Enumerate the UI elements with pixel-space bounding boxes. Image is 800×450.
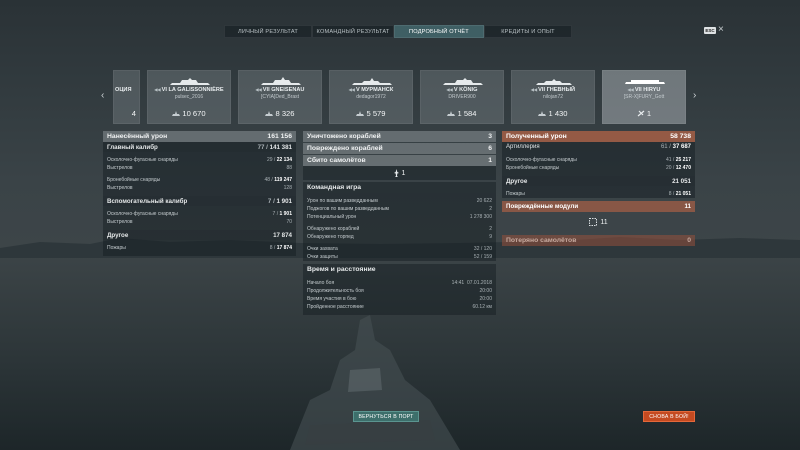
tab-personal-result[interactable]: ЛИЧНЫЙ РЕЗУЛЬТАТ [224, 25, 312, 38]
capture-points-row: Очки захвата 32 / 120 [303, 245, 496, 253]
planes-lost-row: Потеряно самолётов 0 [502, 235, 695, 246]
damaged-modules-icons: 11 [502, 212, 695, 232]
ships-destroyed-row: Уничтожено кораблей 3 [303, 131, 496, 142]
ship-card[interactable]: ◀◀ VI LA GALISSONNIÈRE pulsec_2016 10 67… [147, 70, 231, 124]
ship-card[interactable]: ◀◀ V KÖNIG DRIVER900 1 584 [420, 70, 504, 124]
player-name: dedagor1972 [356, 94, 386, 100]
planes-shot-down-icons: 1 [303, 166, 496, 180]
main-ap-row: Бронебойные снаряды 48 / 119 247 [103, 176, 296, 184]
ship-card[interactable]: ◀◀ VII GNEISENAU [CYIA]Ded_Brast 8 326 [238, 70, 322, 124]
damage-icon [172, 111, 181, 116]
ship-name: ◀◀ V KÖNIG [446, 87, 478, 93]
ship-silhouette-icon [352, 78, 392, 85]
planes-shot-down-row: Сбито самолётов 1 [303, 155, 496, 166]
ship-name: ◀◀ VI LA GALISSONNIÈRE [154, 87, 224, 93]
ships-damaged-row: Повреждено кораблей 6 [303, 143, 496, 154]
esc-key-badge: ESC [704, 27, 716, 34]
team-play-header: Командная игра [303, 182, 496, 193]
main-he-row: Осколочно-фугасные снаряды 29 / 22 134 [103, 156, 296, 164]
player-name: [CYIA]Ded_Brast [260, 94, 300, 100]
battle-start-row: Начало боя 14:41 07.01.2018 [303, 279, 496, 287]
damage-dealt-header: Нанесённый урон 161 156 [103, 131, 296, 142]
defense-points-row: Очки защиты 52 / 159 [303, 253, 496, 261]
player-name: pulsec_2016 [174, 94, 204, 100]
damage-received-header: Полученный урон 58 738 [502, 131, 695, 142]
ship-card[interactable]: ◀◀ VII ГНЕВНЫЙ nilojan72 1 430 [511, 70, 595, 124]
ship-silhouette-icon [170, 78, 210, 85]
tab-credits-xp[interactable]: КРЕДИТЫ И ОПЫТ [484, 25, 572, 38]
ship-stat: 1 [603, 109, 685, 118]
received-ap-row: Бронебойные снаряды 20 / 12 470 [502, 164, 695, 172]
battle-stats-panel: Уничтожено кораблей 3 Повреждено кораблей… [303, 131, 496, 315]
ship-silhouette-icon [625, 80, 665, 84]
close-icon[interactable]: × [718, 24, 724, 35]
ship-silhouette-icon [443, 78, 483, 85]
carousel-prev-arrow-icon[interactable]: ‹ [101, 90, 104, 101]
secondary-he-row: Осколочно-фугасные снаряды 7 / 1 901 [103, 210, 296, 218]
ship-name: ОЦИЯ [115, 87, 132, 93]
ship-card[interactable]: ОЦИЯ 4 [113, 70, 140, 124]
spotting-fires-row: Поджогов по вашим разведданным 2 [303, 205, 496, 213]
spotted-ships-row: Обнаружено кораблей 2 [303, 225, 496, 233]
ship-stat: 8 326 [239, 109, 321, 118]
distance-row: Пройденное расстояние 60.12 км [303, 303, 496, 311]
received-other-row: Другое 21 051 [502, 176, 695, 186]
ship-card-selected[interactable]: ◀◀ VII HIRYU [SR-X]FURY_Gott 1 [602, 70, 686, 124]
ship-carousel: ОЦИЯ 4 ◀◀ VI LA GALISSONNIÈRE pulsec_201… [113, 70, 686, 124]
secondary-shots-row: Выстрелов 70 [103, 218, 296, 226]
module-icon [589, 218, 598, 226]
participation-time-row: Время участия в бою 20:00 [303, 295, 496, 303]
result-tabs: ЛИЧНЫЙ РЕЗУЛЬТАТ КОМАНДНЫЙ РЕЗУЛЬТАТ ПОД… [224, 25, 572, 38]
ship-name: ◀◀ VII GNEISENAU [255, 87, 305, 93]
ship-stat: 4 [131, 109, 136, 118]
carousel-next-arrow-icon[interactable]: › [693, 90, 696, 101]
spotted-torpedoes-row: Обнаружено торпед 9 [303, 233, 496, 241]
player-name: nilojan72 [542, 94, 564, 100]
spotting-damage-row: Урон по вашим разведданным 20 622 [303, 197, 496, 205]
received-fires-row: Пожары 8 / 21 051 [502, 190, 695, 198]
damage-received-panel: Полученный урон 58 738 Артиллерия 61 / 37 … [502, 131, 695, 246]
damaged-modules-row: Повреждённые модули 11 [502, 201, 695, 212]
ship-name: ◀◀ VII HIRYU [627, 87, 661, 93]
ship-stat: 1 584 [421, 109, 503, 118]
other-damage-row: Другое 17 874 [103, 230, 296, 240]
time-distance-header: Время и расстояние [303, 264, 496, 275]
potential-damage-row: Потенциальный урон 1 278 300 [303, 213, 496, 221]
damage-icon [265, 111, 274, 116]
ship-name: ◀◀ VII ГНЕВНЫЙ [530, 87, 576, 93]
ship-card[interactable]: ◀◀ V МУРМАНСК dedagor1972 5 579 [329, 70, 413, 124]
battle-duration-row: Продолжительность боя 20:00 [303, 287, 496, 295]
artillery-row: Артиллерия 61 / 37 687 [502, 142, 695, 152]
ship-name: ◀◀ V МУРМАНСК [348, 87, 394, 93]
main-ap-shots-row: Выстрелов 128 [103, 184, 296, 192]
return-to-port-button[interactable]: ВЕРНУТЬСЯ В ПОРТ [353, 411, 419, 422]
main-he-shots-row: Выстрелов 88 [103, 164, 296, 172]
received-he-row: Осколочно-фугасные снаряды 41 / 25 217 [502, 156, 695, 164]
tab-team-result[interactable]: КОМАНДНЫЙ РЕЗУЛЬТАТ [312, 25, 394, 38]
ship-silhouette-icon [261, 77, 301, 85]
plane-icon [637, 110, 645, 117]
ship-stat: 1 430 [512, 109, 594, 118]
damage-icon [447, 111, 456, 116]
damage-dealt-panel: Нанесённый урон 161 156 Главный калибр 77 … [103, 131, 296, 256]
fires-row: Пожары 8 / 17 874 [103, 244, 296, 252]
damage-icon [538, 111, 547, 116]
ship-stat: 10 670 [148, 109, 230, 118]
ship-stat: 5 579 [330, 109, 412, 118]
main-battery-row: Главный калибр 77 / 141 381 [103, 142, 296, 152]
player-name: [SR-X]FURY_Gott [623, 94, 665, 100]
ship-silhouette-icon [536, 79, 572, 85]
player-name: DRIVER900 [448, 94, 476, 100]
aircraft-icon [393, 169, 399, 177]
tab-detailed-report[interactable]: ПОДРОБНЫЙ ОТЧЁТ [394, 25, 484, 38]
damage-icon [356, 111, 365, 116]
battle-again-button[interactable]: СНОВА В БОЙ! [643, 411, 695, 422]
secondary-battery-row: Вспомогательный калибр 7 / 1 901 [103, 196, 296, 206]
